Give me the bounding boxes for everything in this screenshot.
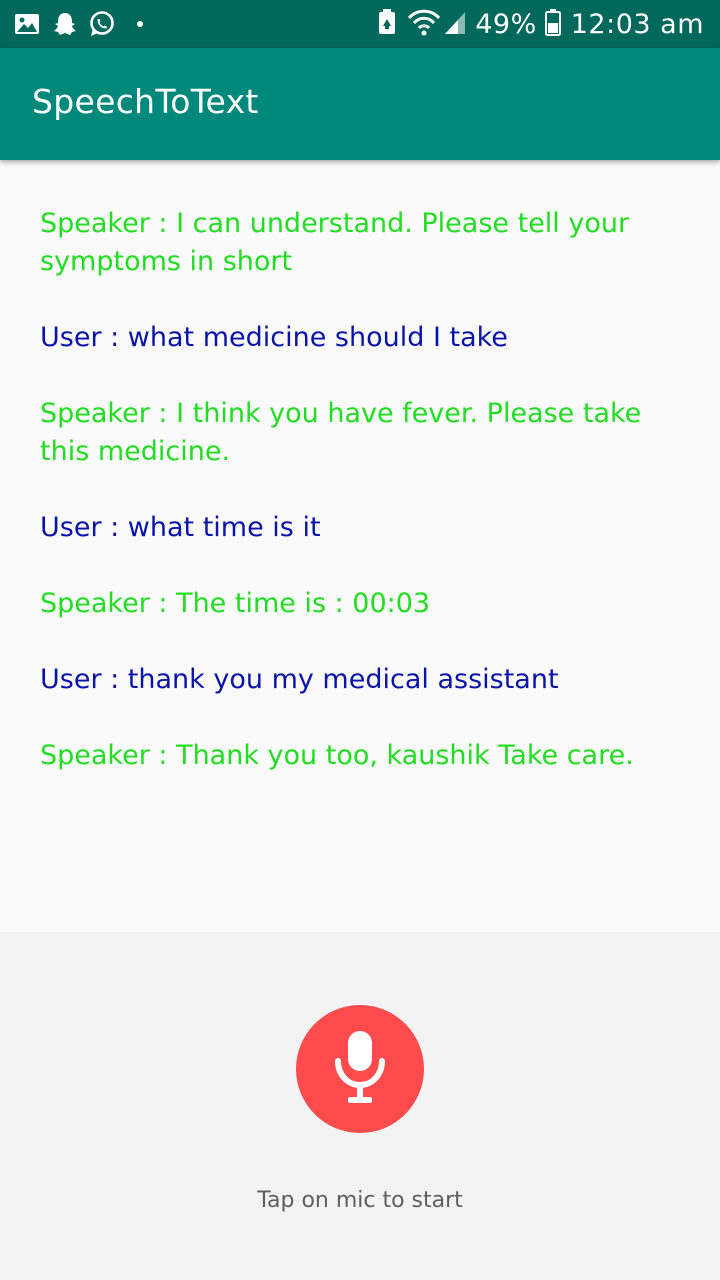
snapchat-icon: [52, 11, 78, 37]
user-message: User : thank you my medical assistant: [40, 664, 559, 695]
user-message: User : what medicine should I take: [40, 322, 508, 353]
gallery-icon: [14, 12, 40, 36]
speaker-message: Speaker : I think you have fever. Please…: [40, 398, 642, 467]
speaker-message: Speaker : I can understand. Please tell …: [40, 208, 630, 277]
app-title: SpeechToText: [32, 82, 259, 121]
status-bar: 49% 12:03 am: [0, 0, 720, 48]
battery-icon: [544, 8, 561, 40]
microphone-icon: [332, 1027, 388, 1111]
wifi-icon: [407, 8, 441, 40]
mic-button[interactable]: [296, 1005, 424, 1133]
speaker-message: Speaker : Thank you too, kaushik Take ca…: [40, 740, 634, 771]
dot-icon: [136, 20, 144, 28]
system-status: 49% 12:03 am: [377, 6, 704, 42]
whatsapp-icon: [88, 10, 116, 38]
app-bar: SpeechToText: [0, 48, 720, 160]
battery-percent: 49%: [475, 8, 537, 40]
mic-hint-text: Tap on mic to start: [257, 1188, 463, 1213]
speaker-message: Speaker : The time is : 00:03: [40, 588, 431, 619]
status-time: 12:03 am: [570, 8, 704, 40]
battery-saver-icon: [377, 8, 397, 40]
signal-icon: [443, 8, 467, 40]
user-message: User : what time is it: [40, 512, 321, 543]
notification-icons: [14, 8, 144, 40]
